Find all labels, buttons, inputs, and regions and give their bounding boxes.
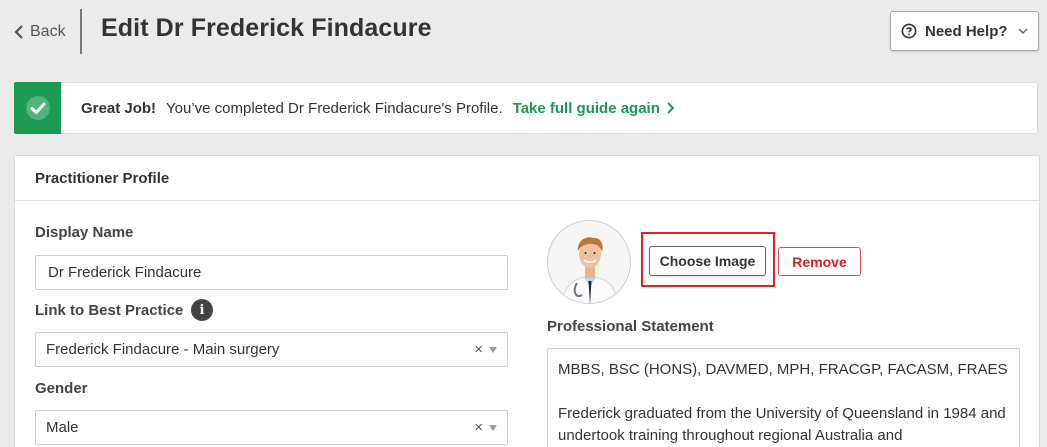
- header-divider: [80, 9, 82, 54]
- clear-icon[interactable]: ×: [474, 419, 483, 436]
- success-indicator: [14, 82, 61, 134]
- chevron-down-icon: [1018, 28, 1028, 35]
- banner-heading: Great Job!: [81, 99, 157, 117]
- need-help-button[interactable]: Need Help?: [890, 11, 1039, 51]
- practitioner-profile-panel: Practitioner Profile Display Name Link t…: [14, 155, 1040, 447]
- remove-image-button[interactable]: Remove: [778, 247, 861, 276]
- choose-image-button[interactable]: Choose Image: [649, 246, 766, 276]
- question-circle-icon: [901, 23, 917, 39]
- chevron-right-icon: [667, 102, 674, 114]
- panel-title: Practitioner Profile: [15, 156, 1039, 201]
- best-practice-value: Frederick Findacure - Main surgery: [46, 341, 280, 358]
- dropdown-arrow-icon[interactable]: [489, 346, 497, 353]
- avatar: [547, 220, 631, 304]
- need-help-label: Need Help?: [925, 22, 1008, 40]
- check-circle-icon: [25, 96, 50, 120]
- page-header: Back Edit Dr Frederick Findacure Need He…: [0, 0, 1047, 66]
- back-label: Back: [30, 23, 66, 40]
- gender-select[interactable]: Male ×: [35, 410, 508, 445]
- dropdown-arrow-icon[interactable]: [489, 424, 497, 431]
- professional-statement-textarea[interactable]: MBBS, BSC (HONS), DAVMED, MPH, FRACGP, F…: [547, 348, 1020, 447]
- professional-statement-label: Professional Statement: [547, 318, 714, 335]
- success-banner: Great Job! You’ve completed Dr Frederick…: [14, 82, 1038, 134]
- display-name-label: Display Name: [35, 224, 134, 241]
- gender-value: Male: [46, 419, 79, 436]
- best-practice-select[interactable]: Frederick Findacure - Main surgery ×: [35, 332, 508, 367]
- back-link[interactable]: Back: [14, 20, 66, 44]
- gender-label: Gender: [35, 380, 88, 397]
- chevron-left-icon: [14, 25, 23, 39]
- link-best-practice-label: Link to Best Practice: [35, 302, 184, 319]
- take-guide-label: Take full guide again: [512, 99, 660, 117]
- statement-line: Frederick graduated from the University …: [558, 405, 1006, 444]
- statement-line: MBBS, BSC (HONS), DAVMED, MPH, FRACGP, F…: [558, 361, 1008, 378]
- info-icon[interactable]: i: [191, 299, 213, 321]
- take-guide-link[interactable]: Take full guide again: [513, 100, 674, 117]
- display-name-input[interactable]: [35, 255, 508, 290]
- banner-message: You’ve completed Dr Frederick Findacure'…: [166, 99, 503, 117]
- clear-icon[interactable]: ×: [474, 341, 483, 358]
- doctor-portrait-image: [548, 221, 630, 303]
- page-title: Edit Dr Frederick Findacure: [101, 14, 432, 42]
